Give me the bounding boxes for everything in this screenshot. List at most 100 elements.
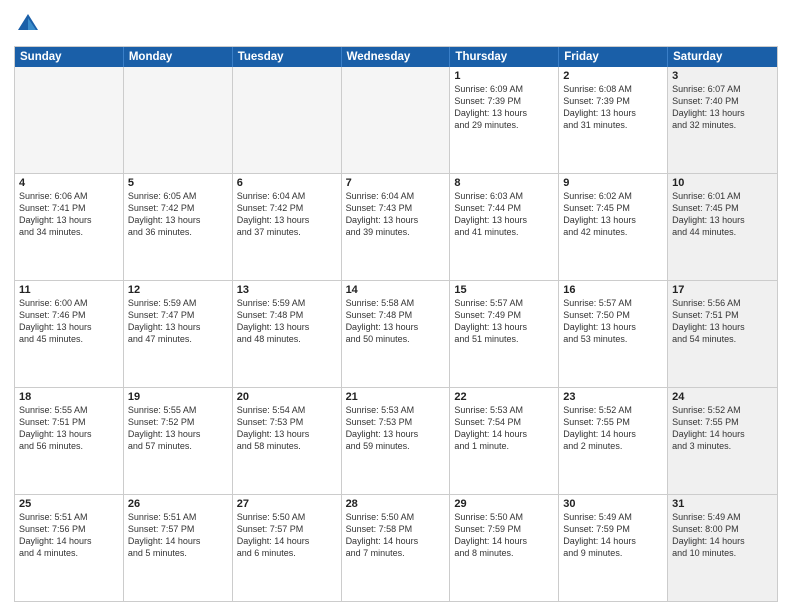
cell-info-16: Sunrise: 5:57 AM Sunset: 7:50 PM Dayligh…: [563, 297, 663, 346]
cell-info-20: Sunrise: 5:54 AM Sunset: 7:53 PM Dayligh…: [237, 404, 337, 453]
cal-cell-2: 2Sunrise: 6:08 AM Sunset: 7:39 PM Daylig…: [559, 67, 668, 173]
cell-date-30: 30: [563, 498, 663, 510]
cell-info-23: Sunrise: 5:52 AM Sunset: 7:55 PM Dayligh…: [563, 404, 663, 453]
weekday-header-sunday: Sunday: [15, 47, 124, 67]
cell-date-8: 8: [454, 177, 554, 189]
page: SundayMondayTuesdayWednesdayThursdayFrid…: [0, 0, 792, 612]
cell-date-26: 26: [128, 498, 228, 510]
cal-cell-8: 8Sunrise: 6:03 AM Sunset: 7:44 PM Daylig…: [450, 174, 559, 280]
cal-cell-6: 6Sunrise: 6:04 AM Sunset: 7:42 PM Daylig…: [233, 174, 342, 280]
cal-cell-20: 20Sunrise: 5:54 AM Sunset: 7:53 PM Dayli…: [233, 388, 342, 494]
cal-cell-empty-0-0: [15, 67, 124, 173]
cell-date-2: 2: [563, 70, 663, 82]
weekday-header-thursday: Thursday: [450, 47, 559, 67]
cell-info-28: Sunrise: 5:50 AM Sunset: 7:58 PM Dayligh…: [346, 511, 446, 560]
cell-date-19: 19: [128, 391, 228, 403]
cell-date-9: 9: [563, 177, 663, 189]
calendar-row-3: 11Sunrise: 6:00 AM Sunset: 7:46 PM Dayli…: [15, 281, 777, 388]
cal-cell-15: 15Sunrise: 5:57 AM Sunset: 7:49 PM Dayli…: [450, 281, 559, 387]
cal-cell-11: 11Sunrise: 6:00 AM Sunset: 7:46 PM Dayli…: [15, 281, 124, 387]
cell-date-18: 18: [19, 391, 119, 403]
cal-cell-empty-0-2: [233, 67, 342, 173]
weekday-header-monday: Monday: [124, 47, 233, 67]
cell-date-5: 5: [128, 177, 228, 189]
cell-date-27: 27: [237, 498, 337, 510]
cal-cell-13: 13Sunrise: 5:59 AM Sunset: 7:48 PM Dayli…: [233, 281, 342, 387]
weekday-header-saturday: Saturday: [668, 47, 777, 67]
cell-date-20: 20: [237, 391, 337, 403]
calendar-header: SundayMondayTuesdayWednesdayThursdayFrid…: [15, 47, 777, 67]
cell-info-6: Sunrise: 6:04 AM Sunset: 7:42 PM Dayligh…: [237, 190, 337, 239]
cal-cell-19: 19Sunrise: 5:55 AM Sunset: 7:52 PM Dayli…: [124, 388, 233, 494]
cell-date-29: 29: [454, 498, 554, 510]
cal-cell-27: 27Sunrise: 5:50 AM Sunset: 7:57 PM Dayli…: [233, 495, 342, 601]
cell-info-11: Sunrise: 6:00 AM Sunset: 7:46 PM Dayligh…: [19, 297, 119, 346]
cell-info-8: Sunrise: 6:03 AM Sunset: 7:44 PM Dayligh…: [454, 190, 554, 239]
cell-date-22: 22: [454, 391, 554, 403]
weekday-header-tuesday: Tuesday: [233, 47, 342, 67]
cell-date-4: 4: [19, 177, 119, 189]
cal-cell-17: 17Sunrise: 5:56 AM Sunset: 7:51 PM Dayli…: [668, 281, 777, 387]
cal-cell-31: 31Sunrise: 5:49 AM Sunset: 8:00 PM Dayli…: [668, 495, 777, 601]
cell-info-31: Sunrise: 5:49 AM Sunset: 8:00 PM Dayligh…: [672, 511, 773, 560]
cal-cell-29: 29Sunrise: 5:50 AM Sunset: 7:59 PM Dayli…: [450, 495, 559, 601]
cell-date-31: 31: [672, 498, 773, 510]
cell-date-23: 23: [563, 391, 663, 403]
cell-date-7: 7: [346, 177, 446, 189]
cell-info-4: Sunrise: 6:06 AM Sunset: 7:41 PM Dayligh…: [19, 190, 119, 239]
cal-cell-9: 9Sunrise: 6:02 AM Sunset: 7:45 PM Daylig…: [559, 174, 668, 280]
cell-info-22: Sunrise: 5:53 AM Sunset: 7:54 PM Dayligh…: [454, 404, 554, 453]
weekday-header-wednesday: Wednesday: [342, 47, 451, 67]
cal-cell-21: 21Sunrise: 5:53 AM Sunset: 7:53 PM Dayli…: [342, 388, 451, 494]
cal-cell-30: 30Sunrise: 5:49 AM Sunset: 7:59 PM Dayli…: [559, 495, 668, 601]
logo-icon: [14, 10, 42, 38]
cell-info-25: Sunrise: 5:51 AM Sunset: 7:56 PM Dayligh…: [19, 511, 119, 560]
cell-info-9: Sunrise: 6:02 AM Sunset: 7:45 PM Dayligh…: [563, 190, 663, 239]
calendar-row-4: 18Sunrise: 5:55 AM Sunset: 7:51 PM Dayli…: [15, 388, 777, 495]
header: [14, 10, 778, 38]
cal-cell-4: 4Sunrise: 6:06 AM Sunset: 7:41 PM Daylig…: [15, 174, 124, 280]
cal-cell-empty-0-3: [342, 67, 451, 173]
calendar: SundayMondayTuesdayWednesdayThursdayFrid…: [14, 46, 778, 602]
cell-info-19: Sunrise: 5:55 AM Sunset: 7:52 PM Dayligh…: [128, 404, 228, 453]
cal-cell-empty-0-1: [124, 67, 233, 173]
cal-cell-24: 24Sunrise: 5:52 AM Sunset: 7:55 PM Dayli…: [668, 388, 777, 494]
cal-cell-12: 12Sunrise: 5:59 AM Sunset: 7:47 PM Dayli…: [124, 281, 233, 387]
calendar-row-1: 1Sunrise: 6:09 AM Sunset: 7:39 PM Daylig…: [15, 67, 777, 174]
cell-info-24: Sunrise: 5:52 AM Sunset: 7:55 PM Dayligh…: [672, 404, 773, 453]
cell-date-11: 11: [19, 284, 119, 296]
cal-cell-28: 28Sunrise: 5:50 AM Sunset: 7:58 PM Dayli…: [342, 495, 451, 601]
cell-date-21: 21: [346, 391, 446, 403]
cell-date-6: 6: [237, 177, 337, 189]
cell-info-18: Sunrise: 5:55 AM Sunset: 7:51 PM Dayligh…: [19, 404, 119, 453]
cell-info-1: Sunrise: 6:09 AM Sunset: 7:39 PM Dayligh…: [454, 83, 554, 132]
cell-info-26: Sunrise: 5:51 AM Sunset: 7:57 PM Dayligh…: [128, 511, 228, 560]
cell-info-27: Sunrise: 5:50 AM Sunset: 7:57 PM Dayligh…: [237, 511, 337, 560]
cal-cell-3: 3Sunrise: 6:07 AM Sunset: 7:40 PM Daylig…: [668, 67, 777, 173]
cell-info-30: Sunrise: 5:49 AM Sunset: 7:59 PM Dayligh…: [563, 511, 663, 560]
cell-info-7: Sunrise: 6:04 AM Sunset: 7:43 PM Dayligh…: [346, 190, 446, 239]
cell-date-24: 24: [672, 391, 773, 403]
cal-cell-14: 14Sunrise: 5:58 AM Sunset: 7:48 PM Dayli…: [342, 281, 451, 387]
cell-date-15: 15: [454, 284, 554, 296]
cell-date-25: 25: [19, 498, 119, 510]
cal-cell-25: 25Sunrise: 5:51 AM Sunset: 7:56 PM Dayli…: [15, 495, 124, 601]
calendar-body: 1Sunrise: 6:09 AM Sunset: 7:39 PM Daylig…: [15, 67, 777, 601]
cell-info-10: Sunrise: 6:01 AM Sunset: 7:45 PM Dayligh…: [672, 190, 773, 239]
cell-info-29: Sunrise: 5:50 AM Sunset: 7:59 PM Dayligh…: [454, 511, 554, 560]
cell-info-14: Sunrise: 5:58 AM Sunset: 7:48 PM Dayligh…: [346, 297, 446, 346]
cell-info-21: Sunrise: 5:53 AM Sunset: 7:53 PM Dayligh…: [346, 404, 446, 453]
cal-cell-23: 23Sunrise: 5:52 AM Sunset: 7:55 PM Dayli…: [559, 388, 668, 494]
cell-date-13: 13: [237, 284, 337, 296]
cell-date-28: 28: [346, 498, 446, 510]
cell-date-16: 16: [563, 284, 663, 296]
cal-cell-1: 1Sunrise: 6:09 AM Sunset: 7:39 PM Daylig…: [450, 67, 559, 173]
cal-cell-26: 26Sunrise: 5:51 AM Sunset: 7:57 PM Dayli…: [124, 495, 233, 601]
cell-date-12: 12: [128, 284, 228, 296]
cal-cell-10: 10Sunrise: 6:01 AM Sunset: 7:45 PM Dayli…: [668, 174, 777, 280]
cal-cell-16: 16Sunrise: 5:57 AM Sunset: 7:50 PM Dayli…: [559, 281, 668, 387]
cell-date-3: 3: [672, 70, 773, 82]
cal-cell-5: 5Sunrise: 6:05 AM Sunset: 7:42 PM Daylig…: [124, 174, 233, 280]
cell-info-17: Sunrise: 5:56 AM Sunset: 7:51 PM Dayligh…: [672, 297, 773, 346]
cell-info-13: Sunrise: 5:59 AM Sunset: 7:48 PM Dayligh…: [237, 297, 337, 346]
